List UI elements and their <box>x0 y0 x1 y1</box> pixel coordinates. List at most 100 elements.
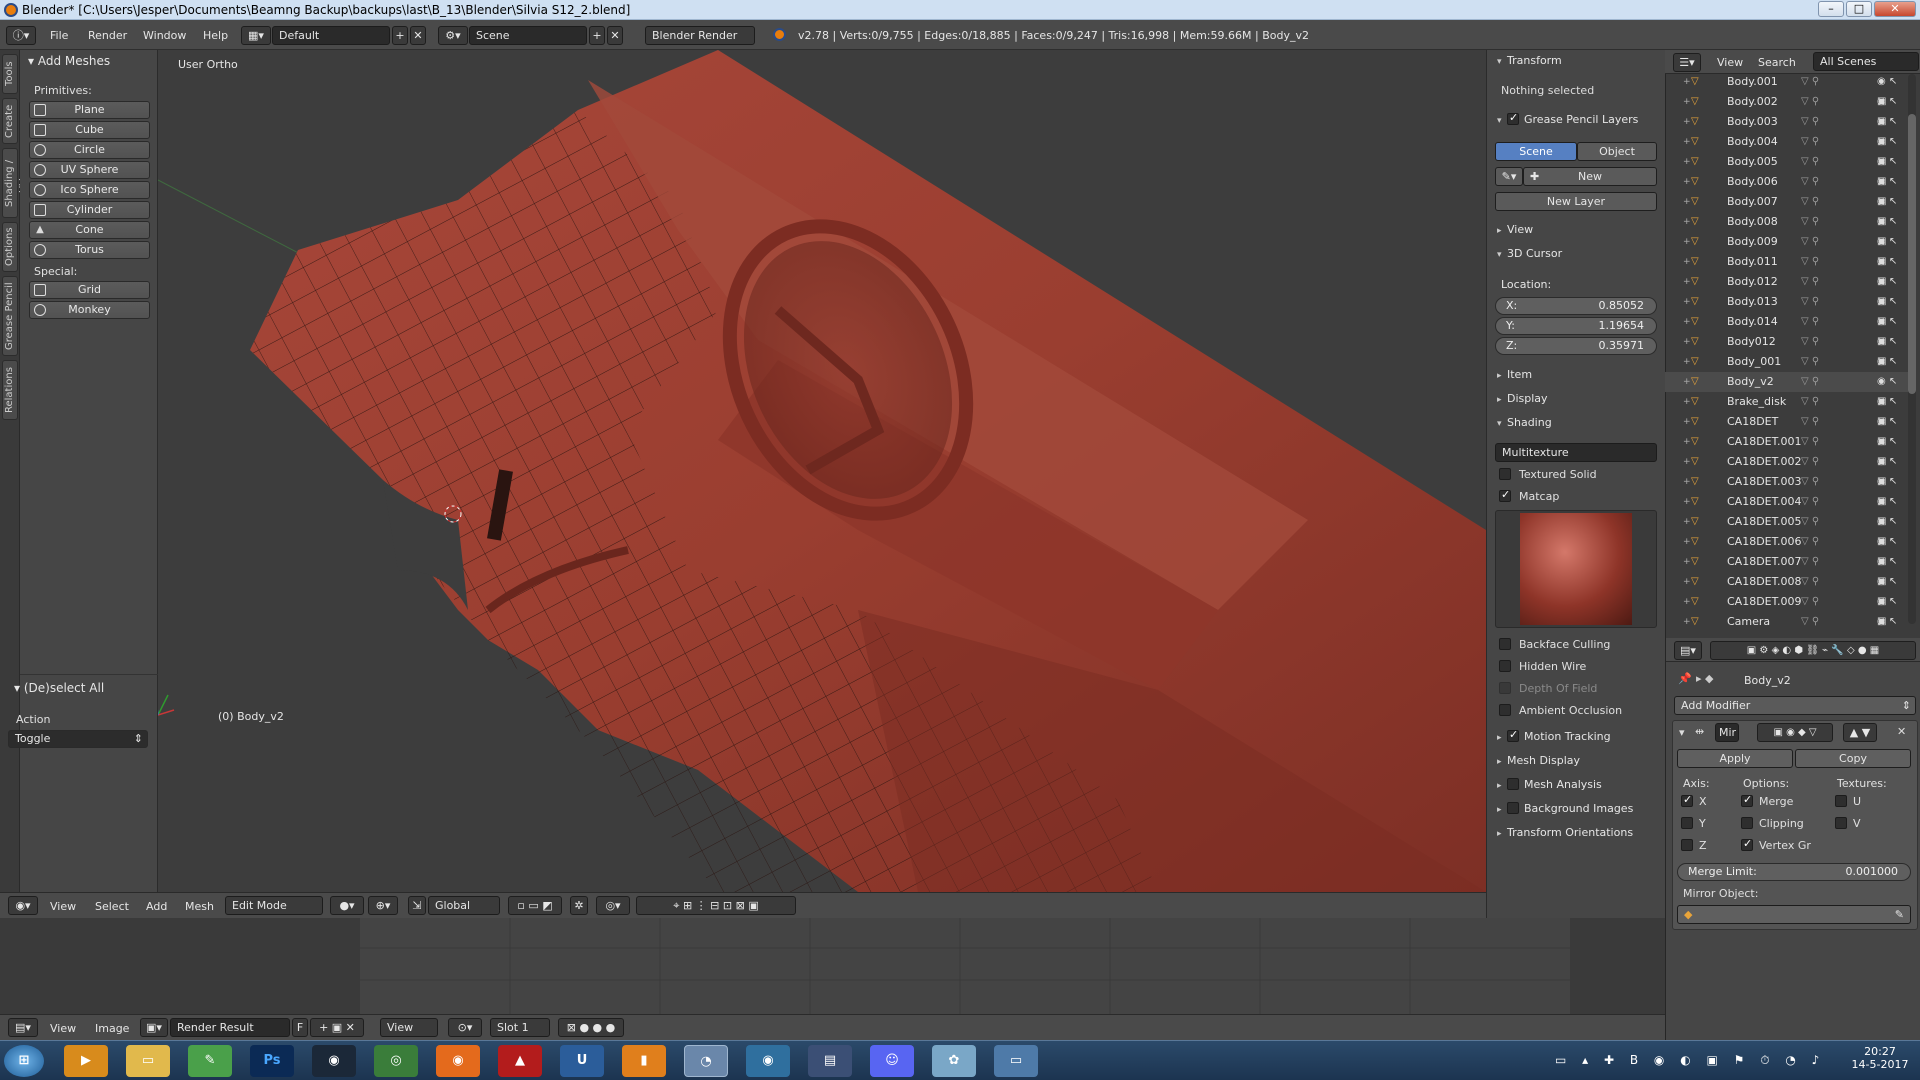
tab-tools[interactable]: Tools <box>2 54 18 94</box>
layout-add-icon[interactable]: + <box>392 26 408 45</box>
mesh-analysis-header[interactable]: ▸ Mesh Analysis <box>1497 778 1602 791</box>
outliner-item-name[interactable]: Camera <box>1727 612 1770 628</box>
orientation-select[interactable]: Global <box>428 896 500 915</box>
outliner-item-name[interactable]: CA18DET.002 <box>1727 452 1802 472</box>
view-panel-header[interactable]: ▸ View <box>1497 223 1533 236</box>
explorer-icon[interactable]: ▭ <box>126 1045 170 1077</box>
outliner-scrollbar[interactable] <box>1908 74 1916 624</box>
image-menu-view[interactable]: View <box>50 1022 76 1035</box>
outliner-item-name[interactable]: CA18DET.008 <box>1727 572 1802 592</box>
outliner-item-name[interactable]: Body_001 <box>1727 352 1781 372</box>
matcap-preview[interactable] <box>1495 510 1657 628</box>
close-button[interactable]: ✕ <box>1874 1 1916 17</box>
restriction-toggles[interactable]: ◉ ↖ ▣ <box>1877 612 1909 628</box>
shading-mode-select[interactable]: Multitexture <box>1495 443 1657 462</box>
tab-create[interactable]: Create <box>2 98 18 144</box>
layout-picker-icon[interactable]: ▦▾ <box>241 26 271 45</box>
add-uv-sphere-button[interactable]: UV Sphere <box>29 161 150 179</box>
menu-window[interactable]: Window <box>143 29 186 42</box>
axis-x-checkbox[interactable] <box>1681 793 1693 807</box>
3d-viewport[interactable]: User Ortho (0) Body_v2 <box>158 50 1486 892</box>
transform-panel-header[interactable]: ▾ Transform <box>1497 54 1562 67</box>
outliner-row[interactable]: +▽ Camera ▽ ⚲ ◉ ↖ ▣ <box>1665 612 1909 628</box>
new-gpencil-button[interactable]: ✚ New <box>1523 167 1657 186</box>
outliner-row[interactable]: + ▽ Body.014 ▽ ⚲ ◉ ↖ ▣ <box>1665 312 1909 347</box>
tab-grease-pencil[interactable]: Grease Pencil <box>2 276 18 356</box>
outliner-menu-search[interactable]: Search <box>1758 56 1796 69</box>
add-ico-sphere-button[interactable]: Ico Sphere <box>29 181 150 199</box>
outliner-item-name[interactable]: Body012 <box>1727 332 1776 352</box>
outliner-scroll-thumb[interactable] <box>1908 114 1916 394</box>
outliner-row[interactable]: + ▽ CA18DET ▽ ⚲ ◉ ↖ ▣ <box>1665 412 1909 447</box>
pencil-icon[interactable]: ✎▾ <box>1495 167 1523 186</box>
outliner-row[interactable]: + ▽ Body.008 ▽ ⚲ ◉ ↖ ▣ <box>1665 212 1909 247</box>
copy-button[interactable]: Copy <box>1795 749 1911 768</box>
menu-mesh[interactable]: Mesh <box>185 900 214 913</box>
pivot-point-icon[interactable]: ⊕▾ <box>368 896 398 915</box>
outliner-row[interactable]: + ▽ Body.012 ▽ ⚲ ◉ ↖ ▣ <box>1665 272 1909 307</box>
outliner-row[interactable]: + ▽ CA18DET.001 ▽ ⚲ ◉ ↖ ▣ <box>1665 432 1909 467</box>
add-grid-button[interactable]: Grid <box>29 281 150 299</box>
outliner-item-name[interactable]: Body.007 <box>1727 192 1778 212</box>
add-circle-button[interactable]: Circle <box>29 141 150 159</box>
render-engine-select[interactable]: Blender Render <box>645 26 755 45</box>
expand-icon[interactable]: + <box>1683 592 1691 612</box>
display-panel-header[interactable]: ▸ Display <box>1497 392 1548 405</box>
expand-icon[interactable]: + <box>1683 412 1691 432</box>
expand-icon[interactable]: + <box>1683 572 1691 592</box>
scene-picker-icon[interactable]: ⚙▾ <box>438 26 468 45</box>
outliner-row[interactable]: + ▽ CA18DET.008 ▽ ⚲ ◉ ↖ ▣ <box>1665 572 1909 607</box>
outliner-item-name[interactable]: Body.001 <box>1727 72 1778 92</box>
menu-view[interactable]: View <box>50 900 76 913</box>
clock[interactable]: 20:27 14-5-2017 <box>1850 1045 1910 1071</box>
uplay-icon[interactable]: U <box>560 1045 604 1077</box>
outliner-row[interactable]: + ▽ CA18DET.007 ▽ ⚲ ◉ ↖ ▣ <box>1665 552 1909 587</box>
text-editor-icon[interactable]: ▤ <box>808 1045 852 1077</box>
scene-field[interactable]: Scene <box>469 26 587 45</box>
outliner-row[interactable]: + ▽ Body012 ▽ ⚲ ◉ ↖ ▣ <box>1665 332 1909 367</box>
outliner-filter-select[interactable]: All Scenes <box>1813 52 1919 71</box>
textured-solid-checkbox[interactable] <box>1499 468 1511 480</box>
pivot-icon[interactable]: ⊙▾ <box>448 1018 482 1037</box>
outliner-row[interactable]: + ▽ CA18DET.005 ▽ ⚲ ◉ ↖ ▣ <box>1665 512 1909 547</box>
start-button[interactable]: ⊞ <box>4 1045 44 1077</box>
expand-icon[interactable]: + <box>1683 112 1691 132</box>
add-torus-button[interactable]: Torus <box>29 241 150 259</box>
cursor-y-field[interactable]: Y: 1.19654 <box>1495 317 1657 335</box>
outliner-item-name[interactable]: CA18DET.003 <box>1727 472 1802 492</box>
notepad-icon[interactable]: ✎ <box>188 1045 232 1077</box>
outliner-row[interactable]: + ▽ Body.007 ▽ ⚲ ◉ ↖ ▣ <box>1665 192 1909 227</box>
expand-icon[interactable]: + <box>1683 232 1691 252</box>
outliner-item-name[interactable]: Body.011 <box>1727 252 1778 272</box>
menu-add[interactable]: Add <box>146 900 167 913</box>
depth-of-field-checkbox[interactable] <box>1499 682 1511 694</box>
expand-icon[interactable]: + <box>1683 432 1691 452</box>
remove-modifier-icon[interactable]: ✕ <box>1897 725 1906 738</box>
snapping-buttons[interactable]: ⌖ ⊞ ⋮ ⊟ ⊡ ⊠ ▣ <box>636 896 796 915</box>
outliner-row[interactable]: + ▽ Body.003 ▽ ⚲ ◉ ↖ ▣ <box>1665 112 1909 147</box>
paint-icon[interactable]: ✿ <box>932 1045 976 1077</box>
maximize-button[interactable]: □ <box>1846 1 1872 17</box>
add-cube-button[interactable]: Cube <box>29 121 150 139</box>
outliner-row[interactable]: + ▽ Brake_disk ▽ ⚲ ◉ ↖ ▣ <box>1665 392 1909 427</box>
background-images-checkbox[interactable] <box>1507 802 1519 814</box>
modifier-visibility-buttons[interactable]: ▣ ◉ ◆ ▽ <box>1757 723 1833 742</box>
mesh-display-header[interactable]: ▸ Mesh Display <box>1497 754 1580 767</box>
manipulator-icon[interactable]: ⇲ <box>408 896 426 915</box>
expand-icon[interactable]: + <box>1683 192 1691 212</box>
outliner-item-name[interactable]: Body.004 <box>1727 132 1778 152</box>
outliner-row[interactable]: + ▽ CA18DET.009 ▽ ⚲ ◉ ↖ ▣ <box>1665 592 1909 627</box>
add-cone-button[interactable]: ▲ Cone <box>29 221 150 239</box>
vertex-groups-checkbox[interactable] <box>1741 837 1753 851</box>
outliner-item-name[interactable]: Brake_disk <box>1727 392 1786 412</box>
add-plane-button[interactable]: Plane <box>29 101 150 119</box>
add-cylinder-button[interactable]: Cylinder <box>29 201 150 219</box>
clipping-checkbox[interactable] <box>1741 817 1753 829</box>
outliner-item-name[interactable]: Body.014 <box>1727 312 1778 332</box>
outliner-item-name[interactable]: Body.005 <box>1727 152 1778 172</box>
layout-field[interactable]: Default <box>272 26 390 45</box>
expand-icon[interactable]: + <box>1683 272 1691 292</box>
tab-shading-uvs[interactable]: Shading / UVs <box>2 148 29 218</box>
merge-checkbox[interactable] <box>1741 793 1753 807</box>
outliner-row[interactable]: + ▽ Body.001 ▽ ⚲ ◉ ↖ ▣ <box>1665 72 1909 107</box>
